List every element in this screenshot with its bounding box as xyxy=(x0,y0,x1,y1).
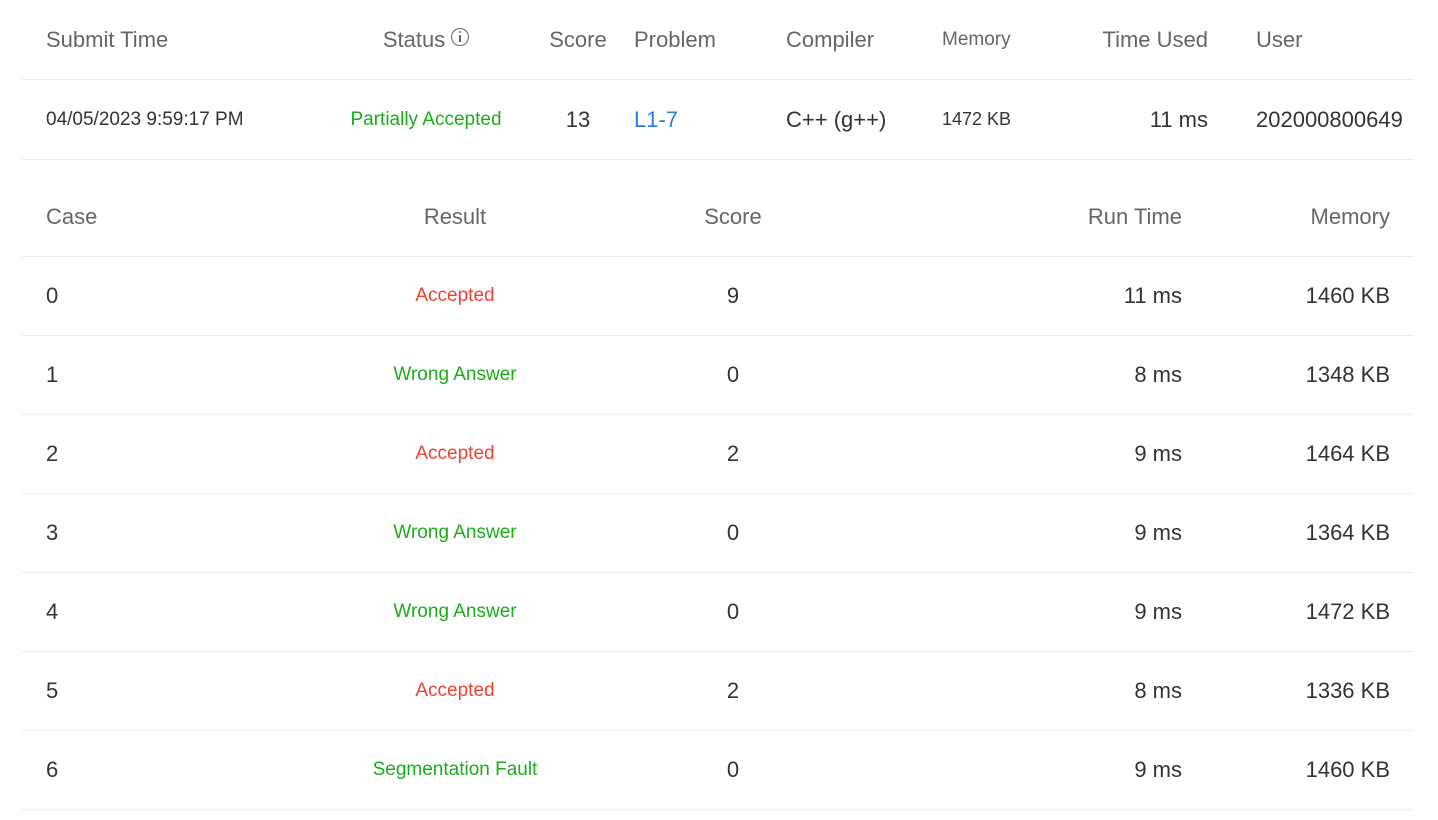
case-run-time: 9 ms xyxy=(862,572,1182,652)
header-problem: Problem xyxy=(620,0,772,80)
case-number: 4 xyxy=(22,572,306,652)
case-score: 0 xyxy=(604,730,862,810)
header-status-label: Status xyxy=(382,26,446,52)
header-time-used: Time Used xyxy=(1068,0,1226,80)
header-status: Status xyxy=(316,0,536,80)
case-number: 0 xyxy=(22,256,306,336)
case-score: 0 xyxy=(604,493,862,573)
user-value: 202000800649 xyxy=(1226,79,1414,160)
submit-time-value: 04/05/2023 9:59:17 PM xyxy=(22,79,316,160)
case-result: Segmentation Fault xyxy=(306,730,604,810)
case-run-time: 8 ms xyxy=(862,335,1182,415)
header-result: Result xyxy=(306,178,604,257)
status-badge: Partially Accepted xyxy=(316,79,536,160)
header-compiler: Compiler xyxy=(772,0,928,80)
case-memory: 1336 KB xyxy=(1182,651,1414,731)
header-memory: Memory xyxy=(928,0,1068,80)
case-number: 3 xyxy=(22,493,306,573)
memory-value: 1472 KB xyxy=(928,79,1068,160)
case-result: Wrong Answer xyxy=(306,335,604,415)
case-result: Wrong Answer xyxy=(306,493,604,573)
table-row: 1 Wrong Answer 0 8 ms 1348 KB xyxy=(22,335,1414,415)
case-run-time: 8 ms xyxy=(862,651,1182,731)
case-memory: 1464 KB xyxy=(1182,414,1414,494)
header-submit-time: Submit Time xyxy=(22,0,316,80)
submission-table: Submit Time Status Score Problem Compile… xyxy=(22,0,1414,160)
case-run-time: 9 ms xyxy=(862,493,1182,573)
header-score: Score xyxy=(536,0,620,80)
case-memory: 1348 KB xyxy=(1182,335,1414,415)
case-result: Wrong Answer xyxy=(306,572,604,652)
case-score: 2 xyxy=(604,414,862,494)
case-score: 2 xyxy=(604,651,862,731)
case-score: 0 xyxy=(604,335,862,415)
header-case-memory: Memory xyxy=(1182,178,1414,257)
case-memory: 1472 KB xyxy=(1182,572,1414,652)
table-row: 2 Accepted 2 9 ms 1464 KB xyxy=(22,414,1414,494)
table-row: 3 Wrong Answer 0 9 ms 1364 KB xyxy=(22,493,1414,573)
submission-header-row: Submit Time Status Score Problem Compile… xyxy=(22,0,1414,80)
header-run-time: Run Time xyxy=(862,178,1182,257)
case-number: 5 xyxy=(22,651,306,731)
header-case-score: Score xyxy=(604,178,862,257)
submission-row: 04/05/2023 9:59:17 PM Partially Accepted… xyxy=(22,79,1414,160)
compiler-value: C++ (g++) xyxy=(772,79,928,160)
table-row: 5 Accepted 2 8 ms 1336 KB xyxy=(22,651,1414,731)
case-run-time: 9 ms xyxy=(862,730,1182,810)
case-number: 6 xyxy=(22,730,306,810)
case-number: 1 xyxy=(22,335,306,415)
header-user: User xyxy=(1226,0,1414,80)
case-result: Accepted xyxy=(306,256,604,336)
case-result: Accepted xyxy=(306,414,604,494)
submission-detail: Submit Time Status Score Problem Compile… xyxy=(22,0,1414,810)
table-row: 6 Segmentation Fault 0 9 ms 1460 KB xyxy=(22,730,1414,810)
table-row: 0 Accepted 9 11 ms 1460 KB xyxy=(22,256,1414,336)
case-run-time: 9 ms xyxy=(862,414,1182,494)
cases-header-row: Case Result Score Run Time Memory xyxy=(22,178,1414,257)
case-memory: 1460 KB xyxy=(1182,730,1414,810)
case-result: Accepted xyxy=(306,651,604,731)
time-used-value: 11 ms xyxy=(1068,79,1226,160)
case-score: 0 xyxy=(604,572,862,652)
case-run-time: 11 ms xyxy=(862,256,1182,336)
info-circle-icon[interactable] xyxy=(451,27,470,46)
case-number: 2 xyxy=(22,414,306,494)
header-case: Case xyxy=(22,178,306,257)
case-memory: 1364 KB xyxy=(1182,493,1414,573)
problem-link[interactable]: L1-7 xyxy=(620,79,772,160)
case-memory: 1460 KB xyxy=(1182,256,1414,336)
case-score: 9 xyxy=(604,256,862,336)
test-cases-table: Case Result Score Run Time Memory 0 Acce… xyxy=(22,178,1414,810)
table-row: 4 Wrong Answer 0 9 ms 1472 KB xyxy=(22,572,1414,652)
total-score-value: 13 xyxy=(536,79,620,160)
